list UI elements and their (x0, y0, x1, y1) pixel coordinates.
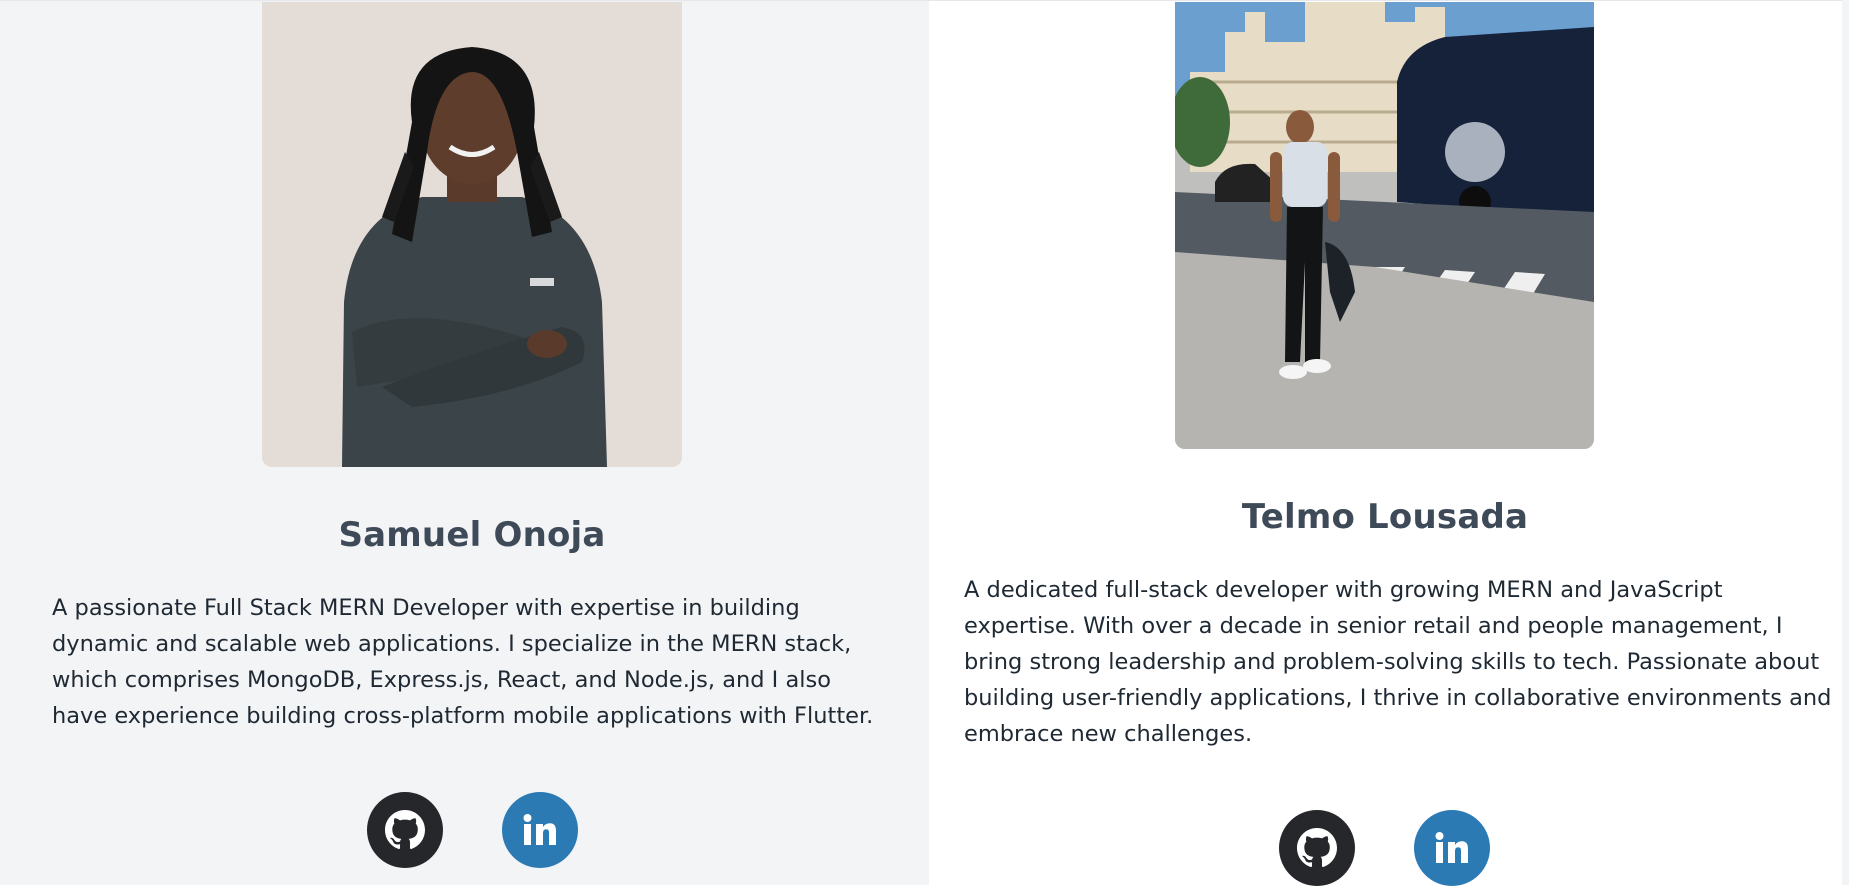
team-card-samuel: Samuel Onoja A passionate Full Stack MER… (0, 1, 929, 885)
profile-photo (262, 2, 682, 467)
github-link[interactable] (1279, 810, 1355, 886)
github-icon (1297, 828, 1337, 868)
linkedin-icon (523, 814, 556, 845)
scrollbar[interactable] (1842, 0, 1849, 885)
github-icon (385, 810, 425, 850)
profile-photo (1175, 2, 1594, 449)
member-bio: A passionate Full Stack MERN Developer w… (52, 595, 874, 729)
linkedin-link[interactable] (1414, 810, 1490, 886)
linkedin-link[interactable] (502, 792, 578, 868)
linkedin-icon (1435, 832, 1468, 863)
member-name: Samuel Onoja (338, 515, 606, 555)
github-link[interactable] (367, 792, 443, 868)
team-card-telmo: Telmo Lousada A dedicated full-stack dev… (929, 1, 1842, 886)
member-bio: A dedicated full-stack developer with gr… (964, 577, 1832, 747)
member-name: Telmo Lousada (1241, 497, 1529, 537)
